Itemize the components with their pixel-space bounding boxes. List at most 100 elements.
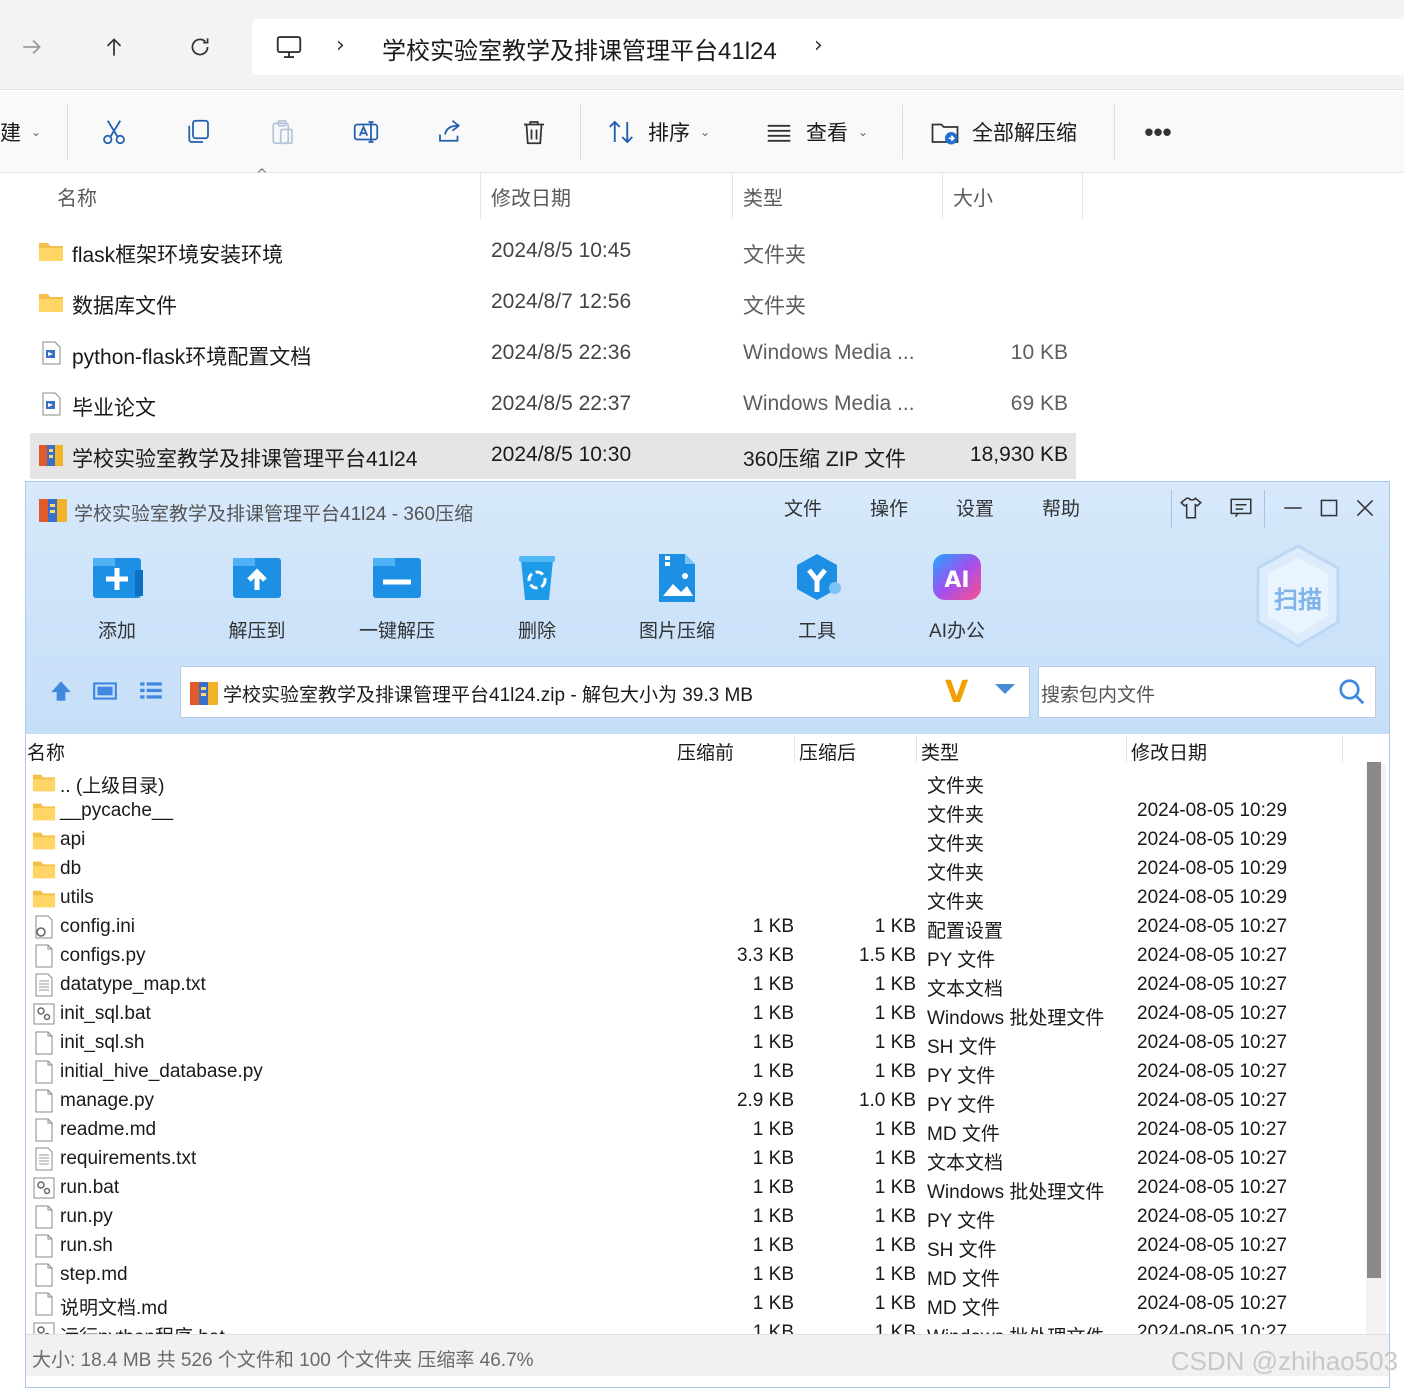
- minimize-icon[interactable]: [1276, 492, 1310, 524]
- scan-label[interactable]: 扫描: [1254, 580, 1342, 615]
- column-header-type[interactable]: 类型: [743, 173, 943, 219]
- archive-row[interactable]: step.md 1 KB 1 KB MD 文件 2024-08-05 10:27: [26, 1261, 1366, 1290]
- explorer-file-row[interactable]: flask框架环境安装环境 2024/8/5 10:45 文件夹: [30, 229, 1076, 275]
- archive-row[interactable]: run.sh 1 KB 1 KB SH 文件 2024-08-05 10:27: [26, 1232, 1366, 1261]
- one-click-extract-button[interactable]: 一键解压: [337, 550, 457, 650]
- column-header-size[interactable]: 大小: [953, 173, 1083, 219]
- menu-operate[interactable]: 操作: [870, 494, 908, 521]
- archive-row[interactable]: api 文件夹 2024-08-05 10:29: [26, 826, 1366, 855]
- up-arrow-icon[interactable]: [94, 22, 134, 72]
- archive-row[interactable]: init_sql.bat 1 KB 1 KB Windows 批处理文件 2024-08…: [26, 1000, 1366, 1029]
- archive-item-name[interactable]: .. (上级目录): [60, 771, 165, 798]
- sort-button[interactable]: 排序 ⌄: [606, 91, 726, 173]
- archive-row[interactable]: requirements.txt 1 KB 1 KB 文本文档 2024-08-05 1…: [26, 1145, 1366, 1174]
- search-archive-input[interactable]: 搜索包内文件: [1038, 666, 1376, 718]
- file-name[interactable]: 数据库文件: [72, 290, 177, 320]
- view-button[interactable]: 查看 ⌄: [764, 91, 884, 173]
- archive-row[interactable]: configs.py 3.3 KB 1.5 KB PY 文件 2024-08-05 10…: [26, 942, 1366, 971]
- archive-item-name[interactable]: manage.py: [60, 1090, 154, 1112]
- copy-icon[interactable]: [176, 91, 220, 173]
- archive-item-name[interactable]: initial_hive_database.py: [60, 1061, 263, 1083]
- paste-icon[interactable]: [260, 91, 304, 173]
- file-name[interactable]: flask框架环境安装环境: [72, 239, 283, 269]
- extract-all-button[interactable]: 全部解压缩: [930, 91, 1090, 173]
- column-header-orig-size[interactable]: 压缩前: [677, 738, 734, 765]
- refresh-icon[interactable]: [180, 22, 220, 72]
- up-level-icon[interactable]: [46, 676, 76, 706]
- image-compress-button[interactable]: 图片压缩: [617, 550, 737, 650]
- cut-icon[interactable]: [92, 91, 136, 173]
- archive-row[interactable]: utils 文件夹 2024-08-05 10:29: [26, 884, 1366, 913]
- archive-item-name[interactable]: db: [60, 858, 81, 880]
- archive-item-name[interactable]: api: [60, 829, 85, 851]
- column-header-date[interactable]: 修改日期: [1131, 738, 1207, 765]
- archive-row[interactable]: initial_hive_database.py 1 KB 1 KB PY 文件 202…: [26, 1058, 1366, 1087]
- breadcrumb-folder[interactable]: 学校实验室教学及排课管理平台41l24: [382, 31, 777, 66]
- menu-help[interactable]: 帮助: [1042, 494, 1080, 521]
- delete-icon[interactable]: [512, 91, 556, 173]
- archive-item-name[interactable]: config.ini: [60, 916, 135, 938]
- archive-item-name[interactable]: utils: [60, 887, 94, 909]
- breadcrumb-chevron-icon[interactable]: ›: [814, 33, 823, 58]
- search-placeholder[interactable]: 搜索包内文件: [1041, 680, 1155, 707]
- ai-office-button[interactable]: AI AI办公: [897, 550, 1017, 650]
- forward-arrow-icon[interactable]: [12, 22, 52, 72]
- archive-item-name[interactable]: 运行python程序.bat: [60, 1322, 225, 1334]
- archive-row[interactable]: 说明文档.md 1 KB 1 KB MD 文件 2024-08-05 10:27: [26, 1290, 1366, 1319]
- explorer-file-row[interactable]: 数据库文件 2024/8/7 12:56 文件夹: [30, 280, 1076, 326]
- skin-shirt-icon[interactable]: [1174, 492, 1208, 524]
- archive-row[interactable]: run.py 1 KB 1 KB PY 文件 2024-08-05 10:27: [26, 1203, 1366, 1232]
- archive-item-name[interactable]: configs.py: [60, 945, 146, 967]
- archive-item-name[interactable]: datatype_map.txt: [60, 974, 206, 996]
- breadcrumb-chevron-icon[interactable]: ›: [336, 33, 345, 58]
- add-button[interactable]: 添加: [57, 550, 177, 650]
- archive-item-name[interactable]: __pycache__: [60, 800, 173, 822]
- archive-row[interactable]: run.bat 1 KB 1 KB Windows 批处理文件 2024-08-05 1…: [26, 1174, 1366, 1203]
- archive-item-name[interactable]: run.sh: [60, 1235, 113, 1257]
- explorer-file-row[interactable]: python-flask环境配置文档 2024/8/5 22:36 Windows …: [30, 331, 1076, 377]
- archive-row[interactable]: manage.py 2.9 KB 1.0 KB PY 文件 2024-08-05 10:…: [26, 1087, 1366, 1116]
- column-header-comp-size[interactable]: 压缩后: [799, 738, 856, 765]
- file-name[interactable]: 学校实验室教学及排课管理平台41l24: [72, 443, 417, 473]
- rename-icon[interactable]: [344, 91, 388, 173]
- close-icon[interactable]: [1348, 492, 1382, 524]
- archive-row[interactable]: datatype_map.txt 1 KB 1 KB 文本文档 2024-08-05 1…: [26, 971, 1366, 1000]
- explorer-file-row[interactable]: 毕业论文 2024/8/5 22:37 Windows Media ... 69 KB: [30, 382, 1076, 428]
- column-header-name[interactable]: 名称: [27, 738, 65, 765]
- archive-row[interactable]: 运行python程序.bat 1 KB 1 KB Windows 批处理文件 2024-…: [26, 1319, 1366, 1334]
- explorer-file-row[interactable]: 学校实验室教学及排课管理平台41l24 2024/8/5 10:30 360压缩 Z…: [30, 433, 1076, 479]
- archive-row[interactable]: init_sql.sh 1 KB 1 KB SH 文件 2024-08-05 10:27: [26, 1029, 1366, 1058]
- menu-file[interactable]: 文件: [784, 494, 822, 521]
- menu-settings[interactable]: 设置: [956, 494, 994, 521]
- archive-path-box[interactable]: 学校实验室教学及排课管理平台41l24.zip - 解包大小为 39.3 MB …: [180, 666, 1030, 718]
- column-header-date[interactable]: 修改日期: [491, 173, 731, 219]
- column-header-type[interactable]: 类型: [921, 738, 959, 765]
- archive-item-name[interactable]: init_sql.bat: [60, 1003, 151, 1025]
- file-name[interactable]: python-flask环境配置文档: [72, 341, 311, 371]
- feedback-icon[interactable]: [1224, 492, 1258, 524]
- v-badge-icon[interactable]: V: [945, 675, 968, 710]
- archive-row[interactable]: __pycache__ 文件夹 2024-08-05 10:29: [26, 797, 1366, 826]
- file-name[interactable]: 毕业论文: [72, 392, 156, 422]
- archive-item-name[interactable]: init_sql.sh: [60, 1032, 145, 1054]
- delete-button[interactable]: 删除: [477, 550, 597, 650]
- scrollbar-thumb[interactable]: [1367, 762, 1381, 1278]
- archive-row[interactable]: readme.md 1 KB 1 KB MD 文件 2024-08-05 10:27: [26, 1116, 1366, 1145]
- archive-item-name[interactable]: 说明文档.md: [60, 1293, 168, 1320]
- more-options-icon[interactable]: •••: [1138, 91, 1178, 173]
- share-icon[interactable]: [428, 91, 472, 173]
- archive-item-name[interactable]: readme.md: [60, 1119, 156, 1141]
- archive-item-name[interactable]: run.bat: [60, 1177, 119, 1199]
- search-icon[interactable]: [1337, 677, 1367, 707]
- list-view-icon[interactable]: [136, 676, 166, 706]
- tools-button[interactable]: 工具: [757, 550, 877, 650]
- archive-item-name[interactable]: requirements.txt: [60, 1148, 196, 1170]
- archive-row[interactable]: db 文件夹 2024-08-05 10:29: [26, 855, 1366, 884]
- thumbnail-view-icon[interactable]: [90, 676, 120, 706]
- archive-row[interactable]: .. (上级目录) 文件夹: [26, 768, 1366, 797]
- archive-row[interactable]: config.ini 1 KB 1 KB 配置设置 2024-08-05 10:27: [26, 913, 1366, 942]
- new-button[interactable]: 建 ⌄: [0, 91, 50, 173]
- extract-to-button[interactable]: 解压到: [197, 550, 317, 650]
- path-dropdown-icon[interactable]: [995, 684, 1015, 694]
- address-box[interactable]: › 学校实验室教学及排课管理平台41l24 ›: [252, 19, 1404, 75]
